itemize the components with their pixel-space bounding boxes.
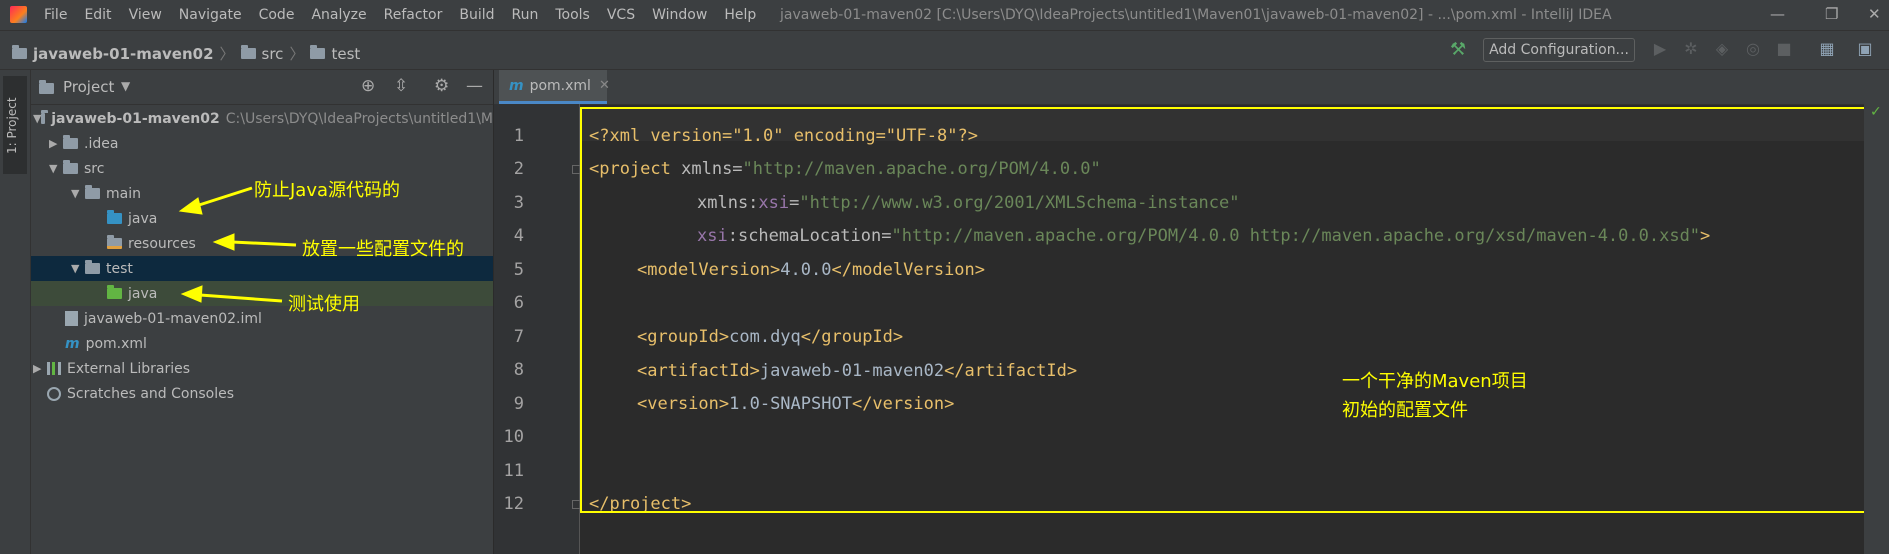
editor-annotation-line-1: 一个干净的Maven项目 bbox=[1342, 371, 1528, 392]
annotation-highlight-box bbox=[580, 107, 1878, 513]
tab-pom-xml[interactable]: m pom.xml ✕ bbox=[499, 70, 610, 104]
line-gutter: 1 2 3 4 5 6 7 8 9 10 11 12 bbox=[494, 104, 581, 554]
close-tab-icon[interactable]: ✕ bbox=[599, 78, 610, 93]
arrow-test-note bbox=[199, 293, 283, 303]
inspection-ok-icon[interactable]: ✓ bbox=[1870, 104, 1882, 120]
editor-area: m pom.xml ✕ 1 2 3 4 5 6 7 8 9 10 11 12 <… bbox=[494, 70, 1889, 554]
tab-label: pom.xml bbox=[529, 77, 591, 94]
line-number: 4 bbox=[513, 226, 524, 246]
arrowhead-main bbox=[178, 197, 203, 215]
line-number: 10 bbox=[503, 427, 524, 447]
editor-tab-bar: m pom.xml ✕ bbox=[494, 70, 1889, 105]
maven-file-icon: m bbox=[509, 77, 524, 94]
line-number: 5 bbox=[513, 260, 524, 280]
annotation-test: 测试使用 bbox=[288, 294, 360, 315]
line-number: 6 bbox=[513, 293, 524, 313]
arrowhead-test bbox=[180, 285, 203, 303]
line-number: 12 bbox=[503, 494, 524, 514]
line-number: 7 bbox=[513, 327, 524, 347]
arrow-main-note bbox=[195, 186, 253, 208]
right-tool-strip: ✓ bbox=[1864, 70, 1889, 554]
editor-annotation-line-2: 初始的配置文件 bbox=[1342, 400, 1468, 421]
annotation-resources: 放置一些配置文件的 bbox=[302, 239, 464, 260]
annotation-main: 防止Java源代码的 bbox=[254, 180, 401, 201]
line-number: 2 bbox=[513, 159, 524, 179]
arrowhead-resources bbox=[212, 233, 235, 251]
line-number: 8 bbox=[513, 360, 524, 380]
line-number: 1 bbox=[513, 126, 524, 146]
line-number: 11 bbox=[503, 461, 524, 481]
line-number: 9 bbox=[513, 394, 524, 414]
line-number: 3 bbox=[513, 193, 524, 213]
arrow-resources-note bbox=[231, 240, 297, 247]
